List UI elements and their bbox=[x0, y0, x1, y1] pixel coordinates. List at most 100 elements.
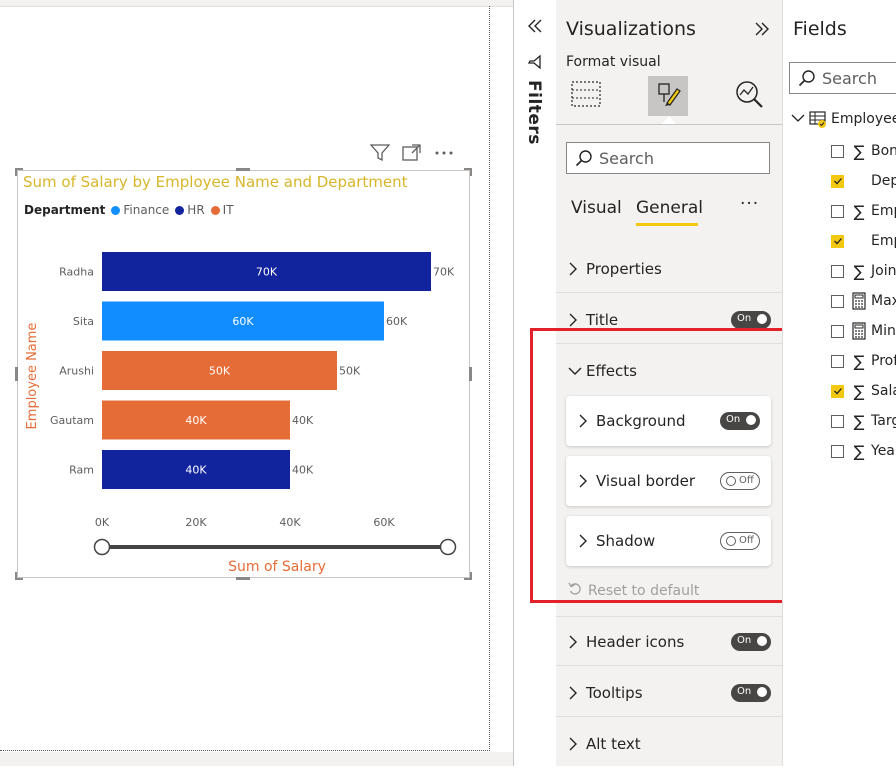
title-toggle[interactable]: On bbox=[731, 310, 771, 329]
table-icon bbox=[809, 110, 827, 128]
field-name: Department bbox=[871, 173, 896, 189]
field-item[interactable]: Employee Name bbox=[831, 231, 896, 251]
section-label: Header icons bbox=[586, 632, 685, 651]
sigma-icon: ∑ bbox=[853, 441, 865, 461]
toggle-label: On bbox=[737, 685, 752, 697]
field-item[interactable]: ∑ Year bbox=[831, 441, 896, 461]
toggle-label: On bbox=[737, 634, 752, 646]
format-visual-tab[interactable] bbox=[648, 76, 688, 116]
toggle-label: On bbox=[737, 312, 752, 324]
toggle-knob bbox=[757, 635, 767, 646]
field-name: Year bbox=[871, 443, 896, 459]
resize-handle[interactable] bbox=[15, 367, 18, 381]
chart-plot: Radha 70K 70K Sita 60K 60K Arushi 50K 50K Gautam 4… bbox=[25, 252, 457, 575]
fields-search-input[interactable]: Search bbox=[789, 62, 896, 94]
zoom-slider-handle-right[interactable] bbox=[439, 538, 457, 556]
checkbox-checked[interactable] bbox=[831, 174, 844, 188]
tab-indicator bbox=[662, 116, 676, 124]
canvas-top-strip bbox=[0, 0, 513, 7]
format-search-input[interactable]: Search bbox=[566, 142, 770, 174]
tab-general[interactable]: General bbox=[636, 198, 703, 218]
checkbox[interactable] bbox=[831, 264, 844, 278]
section-header-icons[interactable]: Header icons On bbox=[556, 618, 782, 666]
chevrons-right-icon[interactable] bbox=[754, 21, 770, 41]
more-options-button[interactable]: ··· bbox=[740, 194, 759, 214]
checkbox[interactable] bbox=[831, 204, 844, 218]
data-label-outside: 70K bbox=[433, 266, 455, 279]
x-tick-label: 40K bbox=[279, 516, 301, 529]
divider bbox=[556, 124, 782, 125]
field-item[interactable]: Max Salary bbox=[831, 291, 896, 311]
checkbox[interactable] bbox=[831, 354, 844, 368]
resize-handle[interactable] bbox=[470, 572, 472, 580]
chevron-right-icon bbox=[568, 737, 582, 751]
data-label-outside: 40K bbox=[292, 414, 314, 427]
field-item[interactable]: ∑ Employee ID bbox=[831, 201, 896, 221]
checkbox[interactable] bbox=[831, 444, 844, 458]
more-options-icon[interactable] bbox=[434, 144, 454, 166]
analytics-tab[interactable] bbox=[730, 76, 770, 116]
pane-title: Visualizations bbox=[566, 18, 696, 40]
field-item[interactable]: ∑ Salary bbox=[831, 381, 896, 401]
category-label: Ram bbox=[69, 464, 94, 477]
search-placeholder: Search bbox=[599, 148, 654, 168]
checkbox[interactable] bbox=[831, 294, 844, 308]
field-item[interactable]: ∑ Joining Year bbox=[831, 261, 896, 281]
field-item[interactable]: Department bbox=[831, 171, 896, 191]
field-name: Salary bbox=[871, 383, 896, 399]
table-name: Employee bbox=[831, 111, 896, 127]
field-name: Employee ID bbox=[871, 203, 896, 219]
tab-visual[interactable]: Visual bbox=[571, 198, 622, 218]
section-label: Alt text bbox=[586, 735, 641, 753]
focus-mode-icon[interactable] bbox=[402, 144, 422, 166]
field-name: Employee Name bbox=[871, 233, 896, 249]
checkbox[interactable] bbox=[831, 414, 844, 428]
resize-handle[interactable] bbox=[236, 577, 250, 580]
canvas-bottom-strip bbox=[0, 752, 513, 766]
field-item[interactable]: Min Salary bbox=[831, 321, 896, 341]
checkbox-checked[interactable] bbox=[831, 234, 844, 248]
resize-handle[interactable] bbox=[236, 168, 250, 171]
bar-chart-visual[interactable]: Sum of Salary by Employee Name and Depar… bbox=[15, 168, 472, 580]
tooltips-toggle[interactable]: On bbox=[731, 683, 771, 702]
field-name: Min Salary bbox=[871, 323, 896, 339]
section-tooltips[interactable]: Tooltips On bbox=[556, 669, 782, 717]
zoom-slider-handle-left[interactable] bbox=[93, 538, 111, 556]
resize-handle[interactable] bbox=[15, 572, 17, 580]
active-tab-underline bbox=[636, 223, 698, 226]
section-label: Properties bbox=[586, 259, 662, 278]
page-boundary-bottom bbox=[0, 750, 490, 751]
checkbox-checked[interactable] bbox=[831, 384, 844, 398]
resize-handle[interactable] bbox=[470, 168, 472, 176]
build-visual-tab[interactable] bbox=[566, 76, 606, 116]
search-icon bbox=[575, 149, 593, 167]
chevrons-left-icon[interactable] bbox=[527, 18, 543, 38]
section-properties[interactable]: Properties bbox=[556, 245, 782, 293]
field-name: Bonus bbox=[871, 143, 896, 159]
sigma-icon: ∑ bbox=[853, 351, 865, 371]
field-item[interactable]: ∑ Bonus bbox=[831, 141, 896, 161]
filters-label[interactable]: Filters bbox=[524, 80, 544, 145]
table-employee[interactable]: Employee bbox=[791, 110, 896, 128]
visual-header bbox=[369, 144, 454, 166]
filter-icon bbox=[527, 54, 543, 74]
checkbox[interactable] bbox=[831, 324, 844, 338]
field-item[interactable]: ∑ Target bbox=[831, 411, 896, 431]
category-label: Radha bbox=[59, 266, 94, 279]
section-alt-text[interactable]: Alt text bbox=[556, 720, 782, 768]
sigma-icon: ∑ bbox=[853, 201, 865, 221]
chevron-right-icon bbox=[568, 635, 582, 649]
data-label-outside: 60K bbox=[386, 315, 408, 328]
header-icons-toggle[interactable]: On bbox=[731, 632, 771, 651]
field-name: Max Salary bbox=[871, 293, 896, 309]
page-boundary-right bbox=[489, 6, 490, 751]
resize-handle[interactable] bbox=[15, 168, 17, 176]
sigma-icon: ∑ bbox=[853, 381, 865, 401]
field-item[interactable]: ∑ Profit bbox=[831, 351, 896, 371]
filter-icon[interactable] bbox=[369, 144, 391, 166]
category-label: Arushi bbox=[59, 365, 94, 378]
data-label-outside: 40K bbox=[292, 464, 314, 477]
format-visual-label: Format visual bbox=[566, 54, 661, 70]
checkbox[interactable] bbox=[831, 144, 844, 158]
resize-handle[interactable] bbox=[469, 367, 472, 381]
